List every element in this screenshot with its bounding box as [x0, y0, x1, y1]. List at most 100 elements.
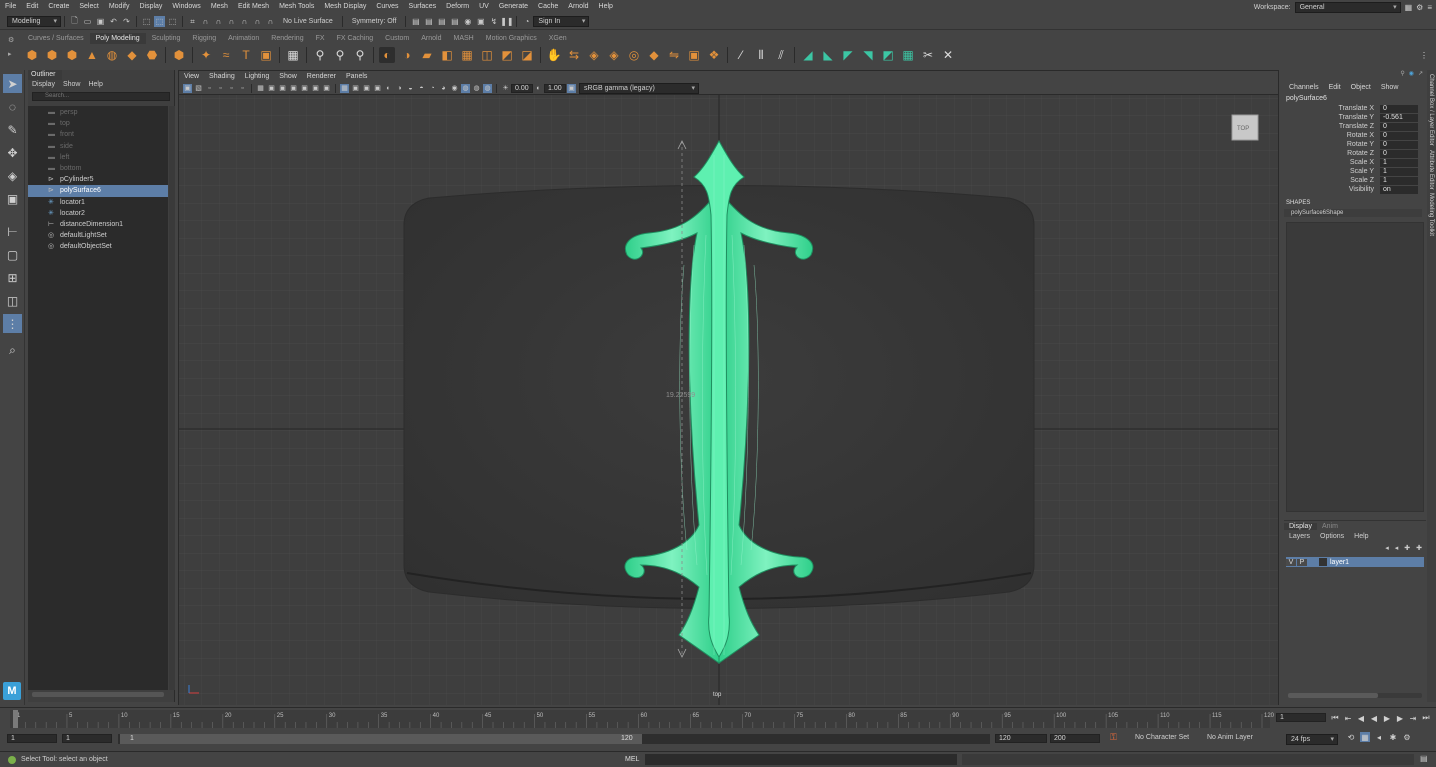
- outliner-item[interactable]: ⊳ polySurface6: [28, 185, 168, 197]
- ambient-occlusion-icon[interactable]: ◒: [406, 84, 415, 93]
- channel-attribute[interactable]: Translate Y -0.561: [1284, 113, 1426, 122]
- channel-attribute-value[interactable]: on: [1380, 185, 1418, 194]
- channel-attribute-label[interactable]: Translate X: [1284, 105, 1380, 112]
- outliner-item[interactable]: ⊢ distanceDimension1: [28, 219, 168, 230]
- redo-icon[interactable]: ↷: [121, 16, 132, 27]
- shelf-tab[interactable]: XGen: [543, 33, 573, 44]
- separate-icon[interactable]: ◑: [399, 47, 415, 63]
- range-start-field[interactable]: 1: [7, 734, 57, 743]
- color-management-icon[interactable]: ▣: [567, 83, 576, 93]
- channel-attribute[interactable]: Scale Y1: [1284, 167, 1426, 176]
- arnold-render-icon[interactable]: ▣: [475, 16, 486, 27]
- film-gate-icon[interactable]: ▣: [267, 84, 276, 93]
- channel-box-float-icon[interactable]: ↗: [1418, 70, 1423, 77]
- undo-icon[interactable]: ↶: [108, 16, 119, 27]
- ipr-render-icon[interactable]: ▤: [436, 16, 447, 27]
- super-shape-icon[interactable]: ✦: [198, 47, 214, 63]
- shelf-scroll-icon[interactable]: ⋮: [1416, 47, 1432, 63]
- snap-surface-icon[interactable]: ∩: [239, 16, 250, 27]
- outliner-item[interactable]: ▬ top: [28, 118, 168, 129]
- combine-icon[interactable]: ◐: [379, 47, 395, 63]
- duplicate-face-icon[interactable]: ✋: [546, 47, 562, 63]
- animation-prefs-icon[interactable]: ✱: [1388, 732, 1398, 742]
- channel-attribute-label[interactable]: Translate Y: [1284, 114, 1380, 121]
- outliner-item[interactable]: ▬ bottom: [28, 163, 168, 174]
- channel-box-menu-item[interactable]: Channels: [1284, 82, 1324, 93]
- outliner-scrollbar[interactable]: [169, 106, 175, 690]
- render-settings-icon[interactable]: ▤: [449, 16, 460, 27]
- uv-cylindrical-icon[interactable]: ◣: [820, 47, 836, 63]
- 2d-pan-icon[interactable]: ▫: [227, 84, 236, 93]
- menu-item[interactable]: Deform: [441, 0, 474, 14]
- outliner-hscrollbar[interactable]: [32, 692, 164, 697]
- shadows-icon[interactable]: ◑: [395, 84, 404, 93]
- time-editor-icon[interactable]: ⚙: [1402, 732, 1412, 742]
- menu-item[interactable]: Cache: [533, 0, 563, 14]
- step-forward-frame-icon[interactable]: ▶: [1395, 713, 1405, 723]
- xray-joints-icon[interactable]: ◍: [472, 84, 481, 93]
- loop-icon[interactable]: ⟲: [1346, 732, 1356, 742]
- poly-cone-icon[interactable]: ▲: [84, 47, 100, 63]
- four-view-icon[interactable]: ⊞: [3, 268, 22, 287]
- workspace-dropdown[interactable]: General: [1294, 1, 1401, 13]
- channel-box-menu-item[interactable]: Show: [1376, 82, 1404, 93]
- channel-attribute-value[interactable]: 1: [1380, 176, 1418, 185]
- single-view-icon[interactable]: ▢: [3, 245, 22, 264]
- extract-icon[interactable]: ⇆: [566, 47, 582, 63]
- insert-edge-loop-icon[interactable]: ⫴: [753, 47, 769, 63]
- range-track[interactable]: 1 120: [118, 734, 990, 744]
- menu-item[interactable]: Surfaces: [404, 0, 442, 14]
- layer-menu-item[interactable]: Layers: [1284, 533, 1315, 540]
- step-back-frame-icon[interactable]: ◀: [1356, 713, 1366, 723]
- channel-attribute-label[interactable]: Rotate X: [1284, 132, 1380, 139]
- outliner-item[interactable]: ⊳ pCylinder5: [28, 174, 168, 185]
- menu-icon[interactable]: ≡: [1427, 3, 1432, 12]
- select-component-icon[interactable]: ⬚: [167, 16, 178, 27]
- xray-icon[interactable]: ◍: [461, 83, 470, 93]
- menu-item[interactable]: File: [0, 0, 21, 14]
- command-input[interactable]: [645, 754, 957, 765]
- channel-attribute[interactable]: Rotate X0: [1284, 131, 1426, 140]
- outliner-item[interactable]: ◎ defaultObjectSet: [28, 241, 168, 252]
- settings-icon[interactable]: ⚙: [1416, 3, 1423, 12]
- svg-tool-icon[interactable]: ▣: [258, 47, 274, 63]
- gamma-icon[interactable]: ◐: [534, 84, 543, 93]
- playback-end-field[interactable]: 120: [995, 734, 1047, 743]
- channel-attribute-label[interactable]: Scale X: [1284, 159, 1380, 166]
- merge-icon[interactable]: ◪: [519, 47, 535, 63]
- menu-item[interactable]: Curves: [371, 0, 403, 14]
- grid-icon[interactable]: ▦: [256, 84, 265, 93]
- boolean-icon[interactable]: ◎: [626, 47, 642, 63]
- camera-label[interactable]: top: [713, 692, 722, 698]
- layer-color-swatch[interactable]: [1319, 558, 1327, 566]
- uv-cut-icon[interactable]: ✂: [920, 47, 936, 63]
- field-chart-icon[interactable]: ▣: [300, 84, 309, 93]
- snap-live-icon[interactable]: ∩: [252, 16, 263, 27]
- outliner-layout-icon[interactable]: ⋮: [3, 314, 22, 333]
- layer-tab[interactable]: Display: [1284, 522, 1317, 530]
- time-ruler[interactable]: 1 5 10 15 20 25 30 35 40 45 50 55 60 65 70 75 80 85 90 95 10…: [0, 708, 1436, 730]
- current-time-marker[interactable]: [13, 710, 18, 728]
- gate-mask-icon[interactable]: ▣: [289, 84, 298, 93]
- layer-menu-item[interactable]: Options: [1315, 533, 1349, 540]
- select-tool-icon[interactable]: ➤: [3, 74, 22, 93]
- paint-select-icon[interactable]: ✎: [3, 120, 22, 139]
- open-scene-icon[interactable]: ▭: [82, 16, 93, 27]
- shelf-tab[interactable]: FX: [310, 33, 331, 44]
- depth-of-field-icon[interactable]: ◕: [439, 84, 448, 93]
- resolution-gate-icon[interactable]: ▣: [278, 84, 287, 93]
- bevel-icon[interactable]: ▰: [419, 47, 435, 63]
- xray-active-icon[interactable]: ◍: [483, 83, 492, 93]
- channel-attribute-label[interactable]: Visibility: [1284, 186, 1380, 193]
- sweep-mesh-icon[interactable]: ≈: [218, 47, 234, 63]
- play-back-icon[interactable]: ◀: [1369, 713, 1379, 723]
- poly-plane-icon[interactable]: ◆: [124, 47, 140, 63]
- magnet-icon[interactable]: ∩: [265, 16, 276, 27]
- menu-item[interactable]: Help: [594, 0, 618, 14]
- channel-attribute[interactable]: Translate Z0: [1284, 122, 1426, 131]
- channel-attribute[interactable]: Scale X1: [1284, 158, 1426, 167]
- poly-sphere-icon[interactable]: ⬢: [24, 47, 40, 63]
- menu-item[interactable]: Edit: [21, 0, 43, 14]
- channel-attribute-label[interactable]: Rotate Y: [1284, 141, 1380, 148]
- channel-attribute-label[interactable]: Translate Z: [1284, 123, 1380, 130]
